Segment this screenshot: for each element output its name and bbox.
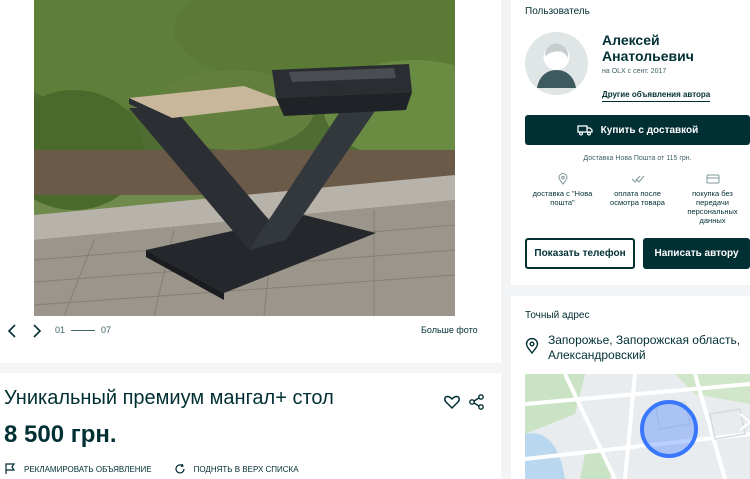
address-panel: Точный адрес Запорожье, Запорожская обла… (511, 296, 750, 479)
seller-since: на OLX с сент. 2017 (602, 68, 667, 75)
photo-gallery: 01 07 Больше фото (0, 0, 501, 363)
photo-pager: 01 07 (55, 325, 111, 335)
share-icon[interactable] (468, 393, 486, 411)
delivery-features: доставка с "Нова пошта" оплата после осм… (525, 173, 750, 225)
bump-ad-label: Поднять в верх списка (193, 464, 299, 474)
feature-label: доставка с "Нова пошта" (532, 189, 593, 207)
buy-with-delivery-button[interactable]: Купить с доставкой (525, 115, 750, 145)
ad-actions: Рекламировать объявление Поднять в верх … (4, 463, 321, 475)
refresh-icon (175, 463, 185, 474)
seller-header: Пользователь (525, 6, 590, 17)
current-photo-index: 01 (55, 325, 66, 335)
total-photo-count: 07 (101, 325, 112, 335)
address-text: Запорожье, Запорожская область, Александ… (548, 333, 741, 362)
big-photo-link[interactable]: Больше фото (421, 325, 478, 335)
address-header: Точный адрес (525, 310, 590, 321)
buy-with-delivery-label: Купить с доставкой (600, 124, 699, 136)
feature-item: покупка без передачи персональных данных (675, 173, 750, 225)
truck-icon (577, 125, 593, 136)
prev-photo-button[interactable] (4, 322, 22, 340)
avatar (525, 32, 588, 95)
message-seller-button[interactable]: Написать автору (643, 238, 750, 269)
ad-title: Уникальный премиум мангал+ стол (4, 387, 334, 409)
pin-icon (557, 173, 568, 185)
seller-panel: Пользователь Алексей Анатольевич на OLX … (511, 0, 750, 285)
check-icon (631, 175, 644, 183)
other-ads-link[interactable]: Другие объявления автора (602, 90, 711, 102)
feature-item: доставка с "Нова пошта" (525, 173, 600, 225)
pager-divider (71, 329, 96, 331)
chevron-right-icon (33, 324, 42, 338)
heart-icon[interactable] (443, 393, 461, 411)
location-pin-icon (525, 337, 539, 359)
chevron-left-icon (7, 324, 16, 338)
ad-info-panel: Уникальный премиум мангал+ стол 8 500 гр… (0, 373, 501, 479)
flag-icon (5, 463, 16, 474)
promote-ad-button[interactable]: Рекламировать объявление (4, 463, 152, 475)
feature-label: оплата после осмотра товара (610, 189, 665, 207)
feature-item: оплата после осмотра товара (600, 173, 675, 225)
ad-price: 8 500 грн. (4, 421, 117, 448)
next-photo-button[interactable] (28, 322, 46, 340)
product-photo[interactable] (34, 0, 455, 316)
promote-ad-label: Рекламировать объявление (24, 464, 152, 474)
delivery-note: Доставка Нова Пошта от 115 грн. (583, 155, 692, 162)
seller-name: Алексей Анатольевич (602, 32, 694, 64)
feature-label: покупка без передачи персональных данных (687, 189, 738, 225)
show-phone-button[interactable]: Показать телефон (525, 238, 635, 269)
card-icon (706, 174, 719, 184)
bump-ad-button[interactable]: Поднять в верх списка (174, 463, 299, 475)
location-map[interactable] (525, 374, 750, 479)
